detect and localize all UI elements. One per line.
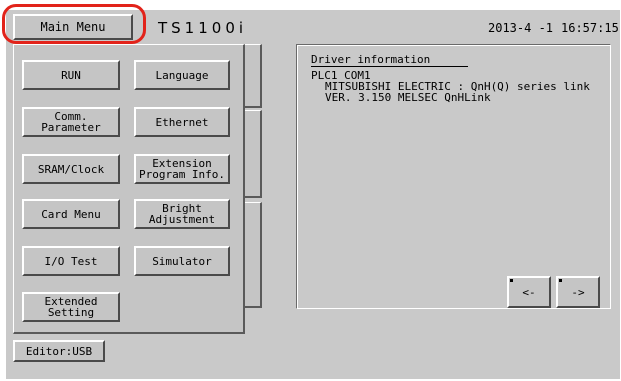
prev-arrow-label: <- <box>522 285 536 299</box>
sram-clock-button[interactable]: SRAM/Clock <box>22 154 120 184</box>
language-button[interactable]: Language <box>134 60 230 90</box>
driver-info-line: VER. 3.150 MELSEC QnHLink <box>325 91 491 104</box>
extended-setting-button[interactable]: Extended Setting <box>22 292 120 322</box>
io-test-button[interactable]: I/O Test <box>22 246 120 276</box>
background-window-edge <box>244 110 262 198</box>
background-window-edge <box>244 202 262 308</box>
corner-dot-icon <box>559 279 562 282</box>
editor-usb-button[interactable]: Editor:USB <box>13 340 105 362</box>
prev-page-button[interactable]: <- <box>507 276 551 308</box>
bright-adjustment-button[interactable]: Bright Adjustment <box>134 199 230 229</box>
comm-parameter-button[interactable]: Comm. Parameter <box>22 107 120 137</box>
card-menu-button[interactable]: Card Menu <box>22 199 120 229</box>
date-display: 2013-4 -1 <box>488 21 554 35</box>
next-page-button[interactable]: -> <box>556 276 600 308</box>
driver-info-panel: Driver information PLC1 COM1 MITSUBISHI … <box>296 44 611 309</box>
next-arrow-label: -> <box>571 285 585 299</box>
time-display: 16:57:15 <box>561 21 619 35</box>
simulator-button[interactable]: Simulator <box>134 246 230 276</box>
extension-program-info-button[interactable]: Extension Program Info. <box>134 154 230 184</box>
corner-dot-icon <box>510 279 513 282</box>
ethernet-button[interactable]: Ethernet <box>134 107 230 137</box>
driver-info-title: Driver information <box>311 53 469 67</box>
main-menu-button[interactable]: Main Menu <box>13 14 133 40</box>
run-button[interactable]: RUN <box>22 60 120 90</box>
background-window-edge <box>244 44 262 108</box>
device-title: TS1100i <box>158 19 248 37</box>
